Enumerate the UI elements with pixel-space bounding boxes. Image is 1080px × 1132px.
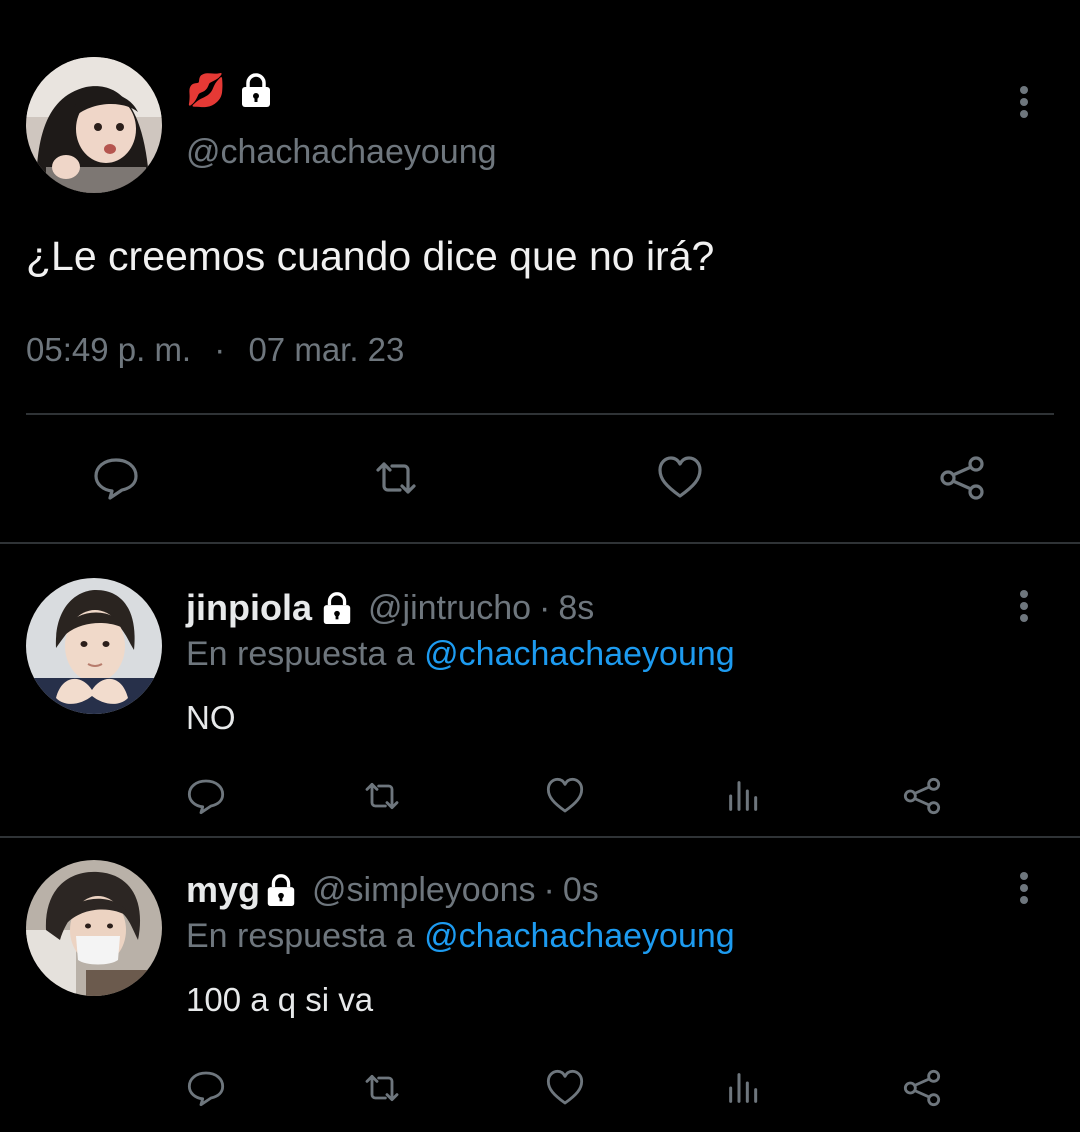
retweet-button[interactable] — [372, 454, 420, 502]
in-reply-label: En respuesta a — [186, 917, 415, 955]
reply-button[interactable] — [186, 1068, 226, 1108]
like-button[interactable] — [545, 776, 585, 816]
user-handle[interactable]: @chachachaeyoung — [186, 130, 497, 174]
analytics-icon — [729, 781, 758, 811]
user-handle[interactable]: @jintrucho — [368, 589, 531, 628]
display-name[interactable]: jinpiola — [186, 587, 312, 629]
display-name[interactable]: myg — [186, 869, 260, 911]
reply-icon — [187, 779, 225, 815]
analytics-icon — [729, 1073, 758, 1103]
user-handle[interactable]: @simpleyoons — [312, 871, 536, 910]
divider — [0, 836, 1080, 838]
meta-separator: · — [539, 588, 551, 627]
tweet-text: ¿Le creemos cuando dice que no irá? — [26, 233, 715, 279]
reply-text: 100 a q si va — [186, 981, 374, 1018]
retweet-icon — [365, 1074, 399, 1102]
share-button[interactable] — [938, 454, 986, 502]
in-reply-to: En respuesta a @chachachaeyoung — [186, 914, 735, 958]
views-button[interactable] — [724, 1068, 764, 1108]
avatar[interactable] — [26, 57, 162, 193]
retweet-icon — [365, 782, 399, 810]
share-icon — [940, 456, 984, 500]
more-vertical-icon — [1020, 590, 1028, 622]
reply-age[interactable]: 0s — [563, 871, 599, 910]
tweet-time: 05:49 p. m. — [26, 331, 192, 368]
retweet-button[interactable] — [362, 1068, 402, 1108]
share-button[interactable] — [902, 776, 942, 816]
mention-link[interactable]: @chachachaeyoung — [424, 917, 735, 955]
display-name[interactable]: 💋 — [186, 70, 274, 110]
more-options-button[interactable] — [1018, 870, 1030, 906]
like-button[interactable] — [545, 1068, 585, 1108]
reply-header: jinpiola @jintrucho · 8s — [186, 584, 594, 632]
reply-button[interactable] — [92, 454, 140, 502]
tweet-meta: 05:49 p. m. · 07 mar. 23 — [26, 328, 404, 372]
reply-text: NO — [186, 699, 236, 736]
share-icon — [903, 777, 941, 815]
meta-separator: · — [543, 870, 555, 909]
kiss-mark-emoji: 💋 — [186, 72, 226, 108]
reply-header: myg @simpleyoons · 0s — [186, 866, 599, 914]
like-button[interactable] — [656, 454, 704, 502]
in-reply-label: En respuesta a — [186, 635, 415, 673]
lock-icon — [238, 72, 274, 108]
reply-icon — [94, 458, 138, 500]
share-button[interactable] — [902, 1068, 942, 1108]
retweet-icon — [376, 462, 416, 494]
like-icon — [658, 456, 702, 498]
more-options-button[interactable] — [1018, 84, 1030, 120]
meta-separator: · — [214, 331, 226, 368]
mention-link[interactable]: @chachachaeyoung — [424, 635, 735, 673]
divider — [0, 542, 1080, 544]
more-vertical-icon — [1020, 86, 1028, 118]
more-options-button[interactable] — [1018, 588, 1030, 624]
avatar[interactable] — [26, 578, 162, 714]
lock-icon — [264, 873, 298, 907]
reply-icon — [187, 1071, 225, 1107]
views-button[interactable] — [724, 776, 764, 816]
share-icon — [903, 1069, 941, 1107]
like-icon — [546, 777, 584, 813]
divider — [26, 413, 1054, 415]
in-reply-to: En respuesta a @chachachaeyoung — [186, 632, 735, 676]
reply-button[interactable] — [186, 776, 226, 816]
retweet-button[interactable] — [362, 776, 402, 816]
avatar[interactable] — [26, 860, 162, 996]
lock-icon — [320, 591, 354, 625]
reply-age[interactable]: 8s — [558, 589, 594, 628]
tweet-date: 07 mar. 23 — [248, 331, 405, 368]
more-vertical-icon — [1020, 872, 1028, 904]
like-icon — [546, 1069, 584, 1105]
